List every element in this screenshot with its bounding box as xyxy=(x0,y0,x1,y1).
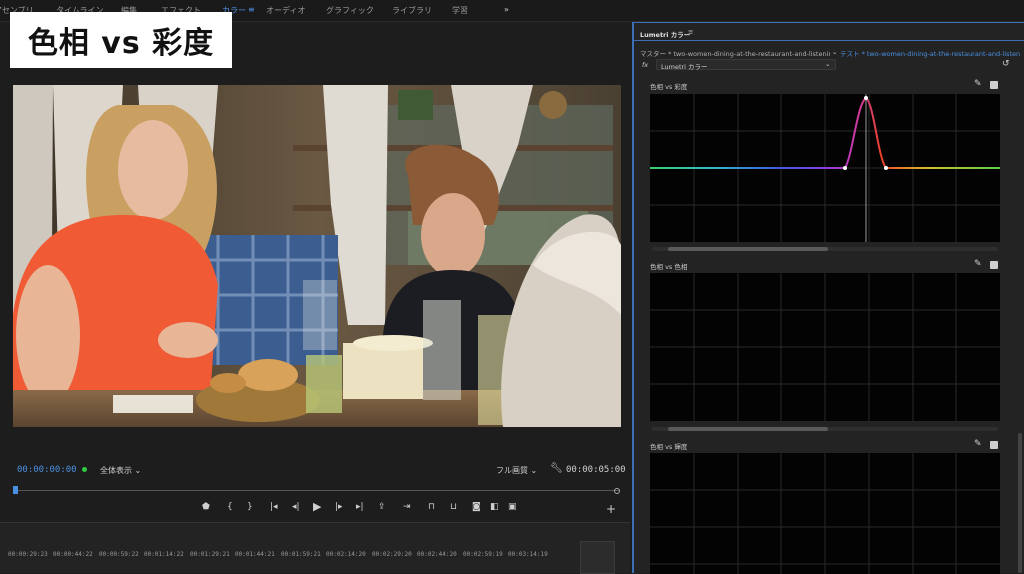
camera-icon[interactable]: ◙ xyxy=(472,502,481,512)
panel-title: Lumetri カラー xyxy=(640,31,691,39)
hue-vs-luma-graph xyxy=(650,453,1000,574)
timeline-tick: 00:01:14:22 xyxy=(144,551,184,558)
section-label-hue-vs-hue: 色相 vs 色相 xyxy=(650,263,688,271)
chevron-down-icon: ⌄ xyxy=(134,466,142,475)
hue-vs-sat-graph xyxy=(650,94,1000,242)
section-enable-checkbox[interactable] xyxy=(990,81,998,89)
transport-controls: ⬟ { } |◂ ◂| ▶ |▸ ▸| ⇪ ⇥ ⊓ ⊔ ◙ ◧ ▣ xyxy=(190,500,530,518)
current-timecode[interactable]: 00:00:00:00 xyxy=(17,465,77,475)
chevron-down-icon[interactable]: ⌄ xyxy=(832,48,837,56)
zoom-select[interactable]: 全体表示 ⌄ xyxy=(100,465,141,476)
tab-learn[interactable]: 学習 xyxy=(452,5,468,16)
timeline-tick: 00:00:59:22 xyxy=(99,551,139,558)
panel-divider xyxy=(634,40,1024,41)
timeline-tick: 00:01:29:21 xyxy=(190,551,230,558)
wrench-icon[interactable]: 🔧︎ xyxy=(550,463,563,474)
more-tabs-icon[interactable]: » xyxy=(504,5,509,14)
panel-vertical-scrollbar[interactable] xyxy=(1018,433,1022,573)
step-forward-icon[interactable]: |▸ xyxy=(335,502,343,512)
tab-graphics[interactable]: グラフィック xyxy=(326,5,374,16)
tab-audio[interactable]: オーディオ xyxy=(266,5,305,16)
eyedropper-icon[interactable]: ✎ xyxy=(974,259,982,269)
curve-scrollbar[interactable] xyxy=(652,427,998,431)
scrollbar-thumb[interactable] xyxy=(668,247,828,251)
lumetri-color-panel: Lumetri カラー ≡ マスター * two-women-dining-at… xyxy=(632,22,1024,574)
hue-vs-luma-curve[interactable] xyxy=(650,453,1000,574)
tab-libraries[interactable]: ライブラリ xyxy=(392,5,432,16)
insert-icon[interactable]: ⊓ xyxy=(428,502,435,512)
go-to-in-icon[interactable]: |◂ xyxy=(270,502,278,512)
extract-icon[interactable]: ⇥ xyxy=(403,502,411,512)
quality-select[interactable]: フル画質 ⌄ xyxy=(496,465,537,476)
duration-timecode: 00:00:05:00 xyxy=(566,465,626,475)
mark-in-icon[interactable]: { xyxy=(227,502,233,512)
section-enable-checkbox[interactable] xyxy=(990,261,998,269)
master-clip-label[interactable]: マスター * two-women-dining-at-the-restauran… xyxy=(640,48,830,58)
section-label-hue-vs-luma: 色相 vs 輝度 xyxy=(650,443,688,451)
curve-scrollbar[interactable] xyxy=(652,247,998,251)
playhead-marker[interactable] xyxy=(13,486,18,494)
section-label-hue-vs-sat: 色相 vs 彩度 xyxy=(650,83,688,91)
add-button-icon[interactable]: + xyxy=(606,502,616,516)
eyedropper-icon[interactable]: ✎ xyxy=(974,439,982,449)
monitor-controls-row: 00:00:00:00 全体表示 ⌄ フル画質 ⌄ 🔧︎ 00:00:05:00 xyxy=(0,460,630,480)
active-clip-label[interactable]: テスト * two-women-dining-at-the-restaurant… xyxy=(840,48,1020,58)
effect-select[interactable]: Lumetri カラー ⌄ xyxy=(656,59,836,71)
hue-vs-sat-curve[interactable] xyxy=(650,94,1000,242)
audio-meter xyxy=(580,541,615,574)
scrub-track xyxy=(13,490,619,491)
eyedropper-icon[interactable]: ✎ xyxy=(974,79,982,89)
comparison-view-icon[interactable]: ▣ xyxy=(508,502,517,512)
timeline-tick: 00:03:14:19 xyxy=(508,551,548,558)
step-back-icon[interactable]: ◂| xyxy=(292,502,300,512)
timeline-tick: 00:02:59:19 xyxy=(463,551,503,558)
overlay-title: 色相 vs 彩度 xyxy=(10,12,232,68)
chevron-down-icon: ⌄ xyxy=(825,60,831,68)
lift-icon[interactable]: ⇪ xyxy=(378,502,386,512)
chevron-down-icon: ⌄ xyxy=(530,466,538,475)
quality-label: フル画質 xyxy=(496,466,528,475)
timeline-tick: 00:00:29:23 xyxy=(8,551,48,558)
effect-select-value: Lumetri カラー xyxy=(661,63,708,71)
timeline-tick: 00:02:29:20 xyxy=(372,551,412,558)
compare-icon[interactable]: ◧ xyxy=(490,502,499,512)
reset-icon[interactable]: ↺ xyxy=(1002,59,1010,69)
panel-menu-icon[interactable]: ≡ xyxy=(688,28,693,36)
video-frame xyxy=(13,85,621,427)
play-icon[interactable]: ▶ xyxy=(313,500,321,513)
go-to-out-icon[interactable]: ▸| xyxy=(356,502,364,512)
timeline-ruler[interactable]: 00:00:29:23 00:00:44:22 00:00:59:22 00:0… xyxy=(0,522,630,574)
timeline-tick: 00:01:44:21 xyxy=(235,551,275,558)
status-dot xyxy=(82,467,87,472)
hue-vs-hue-curve[interactable] xyxy=(650,273,1000,421)
scrollbar-thumb[interactable] xyxy=(668,427,828,431)
timeline-tick: 00:00:44:22 xyxy=(53,551,93,558)
fx-icon: fx xyxy=(642,61,649,69)
out-point-handle[interactable] xyxy=(614,488,620,494)
mark-out-icon[interactable]: } xyxy=(247,502,253,512)
add-marker-icon[interactable]: ⬟ xyxy=(202,502,210,512)
hue-vs-hue-graph xyxy=(650,273,1000,421)
restaurant-scene-image xyxy=(13,85,621,427)
timeline-tick: 00:01:59:21 xyxy=(281,551,321,558)
timeline-tick: 00:02:14:20 xyxy=(326,551,366,558)
timeline-tick: 00:02:44:20 xyxy=(417,551,457,558)
scrub-bar[interactable] xyxy=(13,482,620,500)
menu-icon[interactable]: ≡ xyxy=(248,5,255,14)
section-enable-checkbox[interactable] xyxy=(990,441,998,449)
overwrite-icon[interactable]: ⊔ xyxy=(450,502,457,512)
zoom-label: 全体表示 xyxy=(100,466,132,475)
